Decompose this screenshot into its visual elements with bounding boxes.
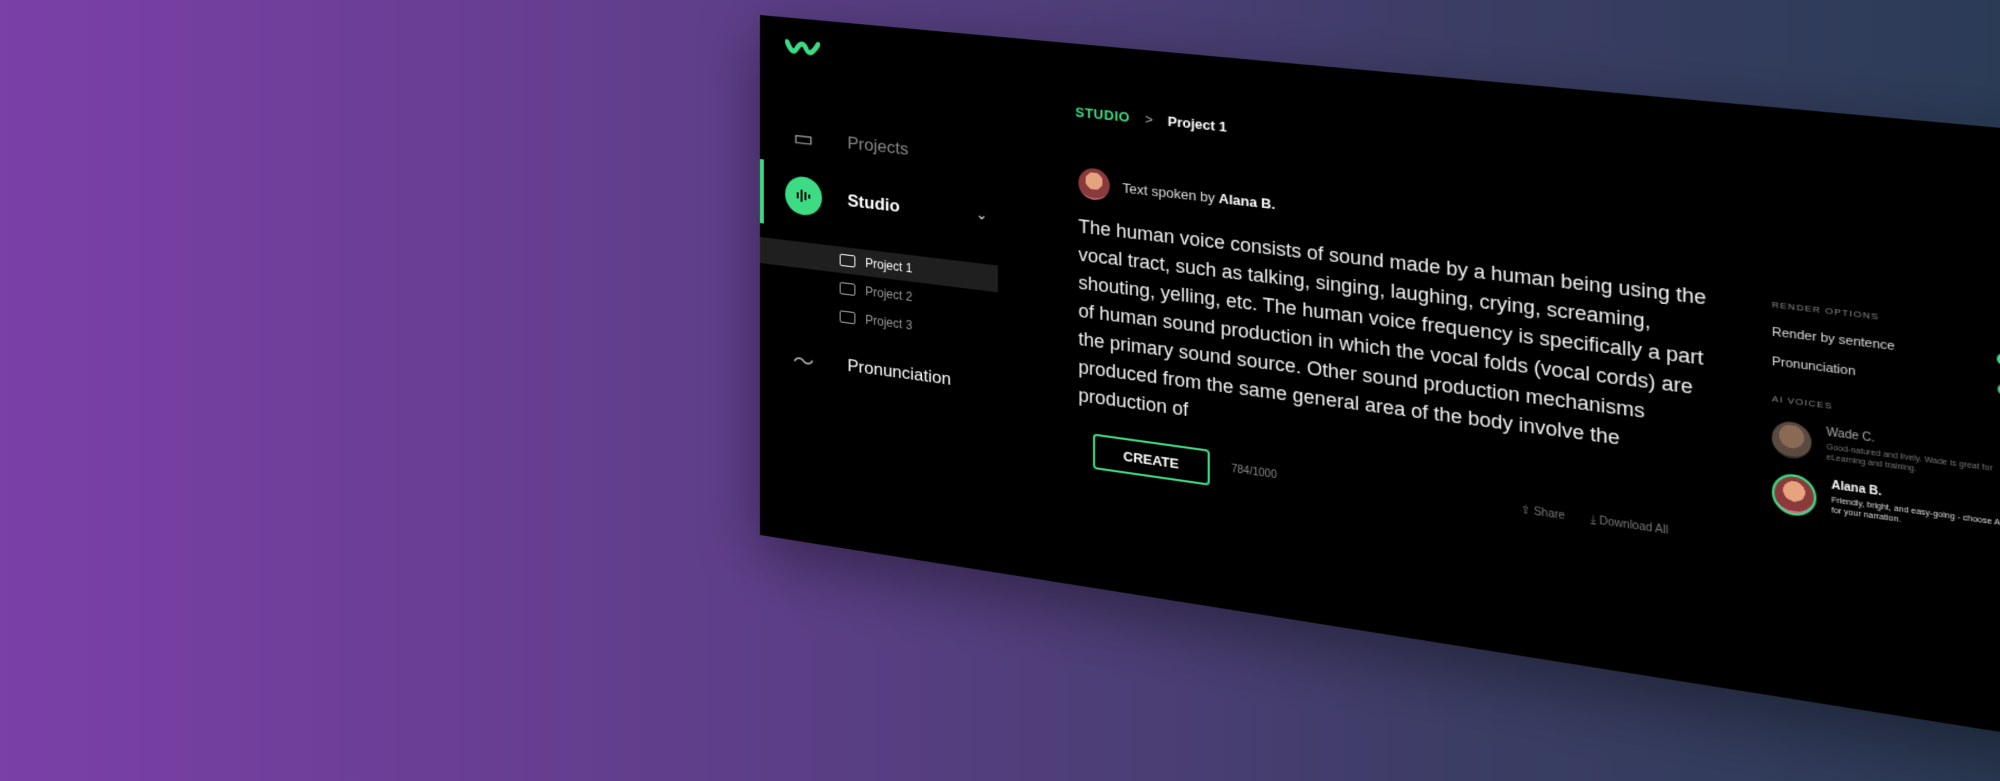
breadcrumb-root[interactable]: STUDIO xyxy=(1075,104,1130,125)
chevron-down-icon[interactable]: ⌄ xyxy=(976,205,988,224)
avatar xyxy=(1771,419,1812,461)
speaker-name: Alana B. xyxy=(1218,189,1276,212)
voice-info: Wade C. Good-natured and lively. Wade is… xyxy=(1826,426,2000,489)
create-button[interactable]: CREATE xyxy=(1092,433,1210,486)
chevron-right-icon: > xyxy=(1144,110,1153,128)
pronunciation-label: Pronunciation xyxy=(1771,354,1856,379)
folder-icon: ▭ xyxy=(793,124,814,152)
wave-logo-icon[interactable] xyxy=(785,37,820,60)
sidebar-item-label: Studio xyxy=(847,190,900,217)
share-label: Share xyxy=(1533,505,1565,523)
ai-voices-heading: AI VOICES xyxy=(1771,393,1833,412)
folder-icon xyxy=(839,310,856,325)
render-options-heading: RENDER OPTIONS xyxy=(1771,299,1880,322)
avatar xyxy=(1078,166,1110,202)
character-counter: 784/1000 xyxy=(1231,463,1277,482)
sidebar-item-label: Projects xyxy=(847,133,909,159)
breadcrumb: STUDIO > Project 1 xyxy=(1075,104,1226,135)
breadcrumb-current: Project 1 xyxy=(1167,113,1227,135)
share-icon: ⇪ xyxy=(1520,504,1531,518)
tilde-icon: 〜 xyxy=(792,347,815,376)
share-button[interactable]: ⇪ Share xyxy=(1521,504,1565,522)
project-label: Project 3 xyxy=(865,312,913,333)
project-label: Project 2 xyxy=(865,284,913,305)
right-panel: RENDER OPTIONS ⌄ Render by sentence Pron… xyxy=(1771,299,2000,548)
download-icon: ⤓ xyxy=(1590,513,1597,527)
download-all-button[interactable]: ⤓ Download All xyxy=(1591,514,1668,537)
waveform-icon xyxy=(785,174,823,218)
speaker-line: Text spoken by Alana B. xyxy=(1122,179,1275,211)
render-by-sentence-label: Render by sentence xyxy=(1771,325,1895,354)
sidebar: ▭ Projects Studio ⌄ Project 1 Project 2 … xyxy=(760,15,1018,389)
project-label: Project 1 xyxy=(865,255,913,276)
speaker-prefix: Text spoken by xyxy=(1122,179,1215,206)
editor-actions: ⇪ Share ⤓ Download All xyxy=(1521,504,1669,537)
app-window: ▭ Projects Studio ⌄ Project 1 Project 2 … xyxy=(760,15,2000,781)
speaker-info: Text spoken by Alana B. xyxy=(1078,166,1275,220)
sidebar-item-label: Pronunciation xyxy=(847,355,952,390)
voice-info: Alana B. Friendly, bright, and easy-goin… xyxy=(1831,479,2000,542)
download-label: Download All xyxy=(1599,515,1669,538)
voice-card-alana[interactable]: Alana B. Friendly, bright, and easy-goin… xyxy=(1771,471,2000,548)
folder-icon xyxy=(839,281,856,297)
active-indicator xyxy=(760,159,764,224)
folder-icon xyxy=(839,253,856,268)
avatar xyxy=(1771,471,1817,519)
